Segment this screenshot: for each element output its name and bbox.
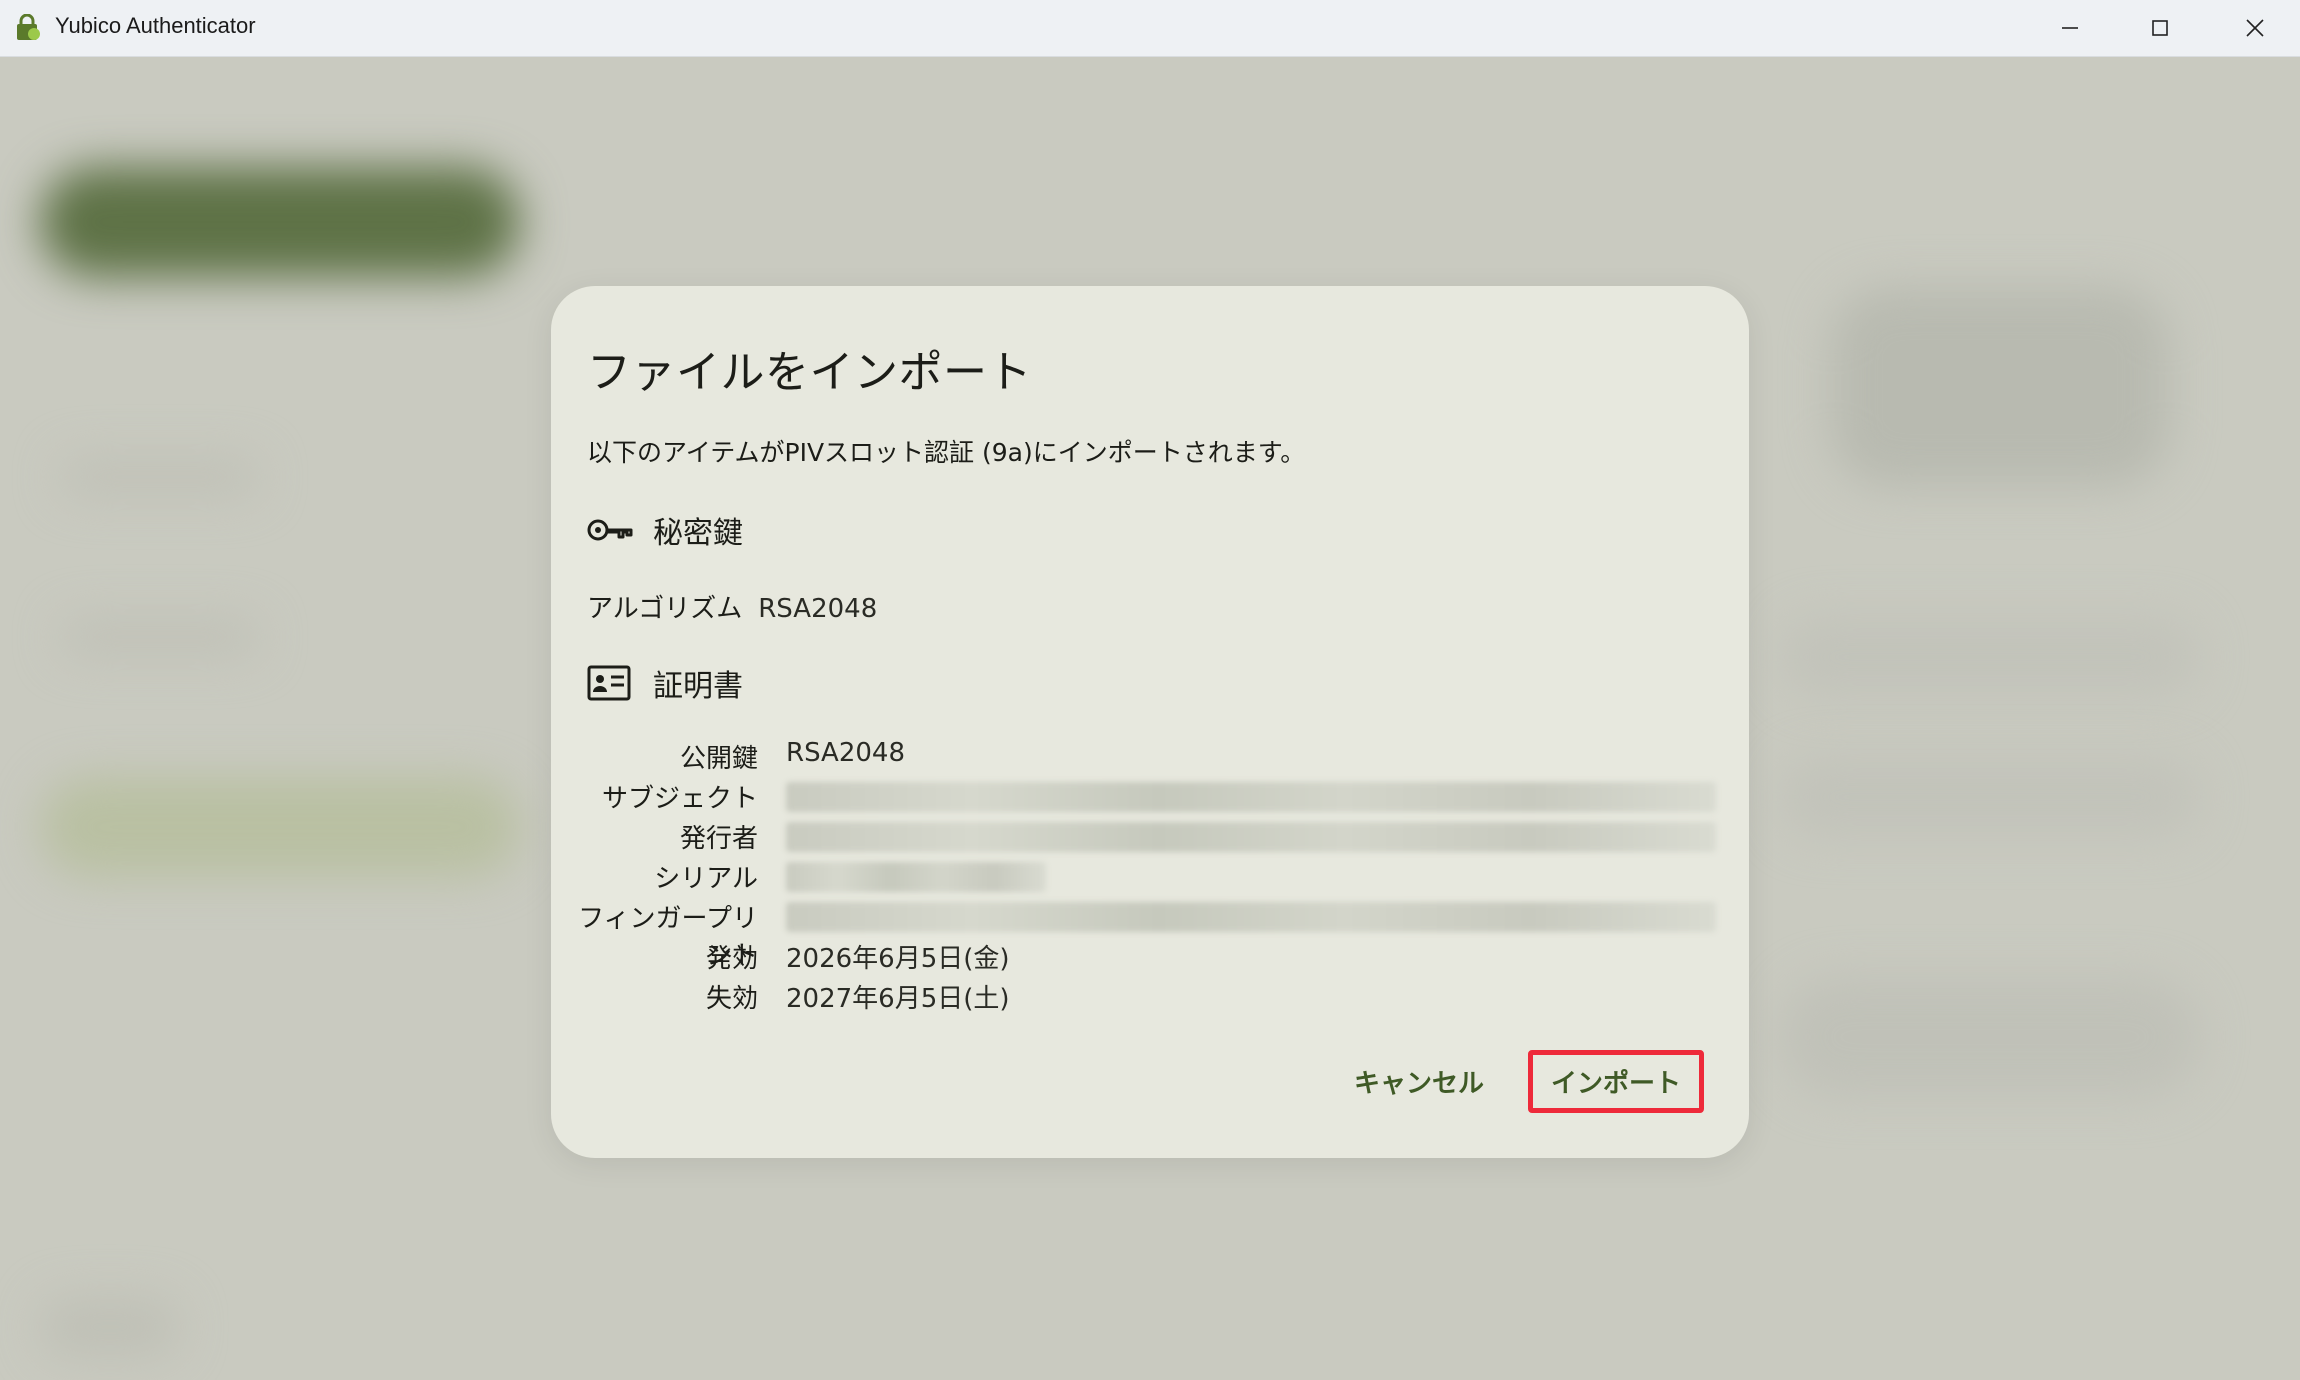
maximize-icon bbox=[2152, 20, 2168, 36]
algorithm-label: アルゴリズム bbox=[587, 594, 743, 624]
cert-field-value: 2026年6月5日(金) bbox=[786, 944, 1010, 974]
dialog-description: 以下のアイテムがPIVスロット認証 (9a)にインポートされます。 bbox=[587, 438, 1306, 467]
private-key-section: 秘密鍵 bbox=[587, 508, 743, 552]
cert-field-value: RSA2048 bbox=[786, 738, 906, 768]
blurred-side-panel bbox=[1830, 287, 2170, 487]
cancel-button[interactable]: キャンセル bbox=[1334, 1053, 1504, 1110]
import-file-dialog: ファイルをインポート 以下のアイテムがPIVスロット認証 (9a)にインポートさ… bbox=[551, 286, 1749, 1158]
redacted-value bbox=[786, 782, 1716, 812]
dialog-actions: キャンセル インポート bbox=[1334, 1050, 1704, 1113]
cert-field-label: 失効 bbox=[705, 984, 758, 1014]
close-button[interactable] bbox=[2210, 0, 2300, 56]
close-icon bbox=[2246, 19, 2264, 37]
maximize-button[interactable] bbox=[2115, 0, 2205, 56]
cert-field-label: サブジェクト bbox=[601, 784, 758, 814]
cert-field-value: 2027年6月5日(土) bbox=[786, 984, 1010, 1014]
cert-field-label: 発効 bbox=[705, 944, 758, 974]
key-icon bbox=[587, 510, 635, 550]
redacted-value bbox=[786, 862, 1046, 892]
blurred-nav-item bbox=[60, 617, 260, 657]
app-logo-icon bbox=[17, 14, 40, 40]
window-titlebar: Yubico Authenticator bbox=[0, 0, 2300, 57]
algorithm-value: RSA2048 bbox=[758, 594, 878, 624]
private-key-label: 秘密鍵 bbox=[653, 516, 743, 551]
minimize-icon bbox=[2062, 27, 2078, 29]
blurred-nav-item bbox=[60, 457, 260, 497]
blurred-side-item bbox=[1780, 977, 2200, 1097]
blurred-side-item bbox=[1780, 757, 2200, 837]
blurred-side-item bbox=[1780, 617, 2200, 697]
id-card-icon bbox=[587, 663, 635, 703]
dialog-title: ファイルをインポート bbox=[587, 347, 1032, 398]
certificate-section: 証明書 bbox=[587, 661, 743, 705]
window-title: Yubico Authenticator bbox=[55, 13, 256, 38]
blurred-footer bbox=[40, 1297, 180, 1357]
cert-field-label: 公開鍵 bbox=[679, 744, 758, 774]
redacted-value bbox=[786, 822, 1716, 852]
import-button[interactable]: インポート bbox=[1527, 1050, 1704, 1113]
minimize-button[interactable] bbox=[2025, 0, 2115, 56]
algorithm-row: アルゴリズム RSA2048 bbox=[587, 588, 877, 625]
cert-field-label: シリアル bbox=[654, 864, 758, 894]
certificate-label: 証明書 bbox=[653, 669, 743, 704]
blurred-selected-item bbox=[40, 777, 520, 877]
redacted-value bbox=[786, 902, 1716, 932]
cert-field-label: 発行者 bbox=[679, 824, 758, 854]
blurred-primary-button bbox=[40, 167, 520, 277]
